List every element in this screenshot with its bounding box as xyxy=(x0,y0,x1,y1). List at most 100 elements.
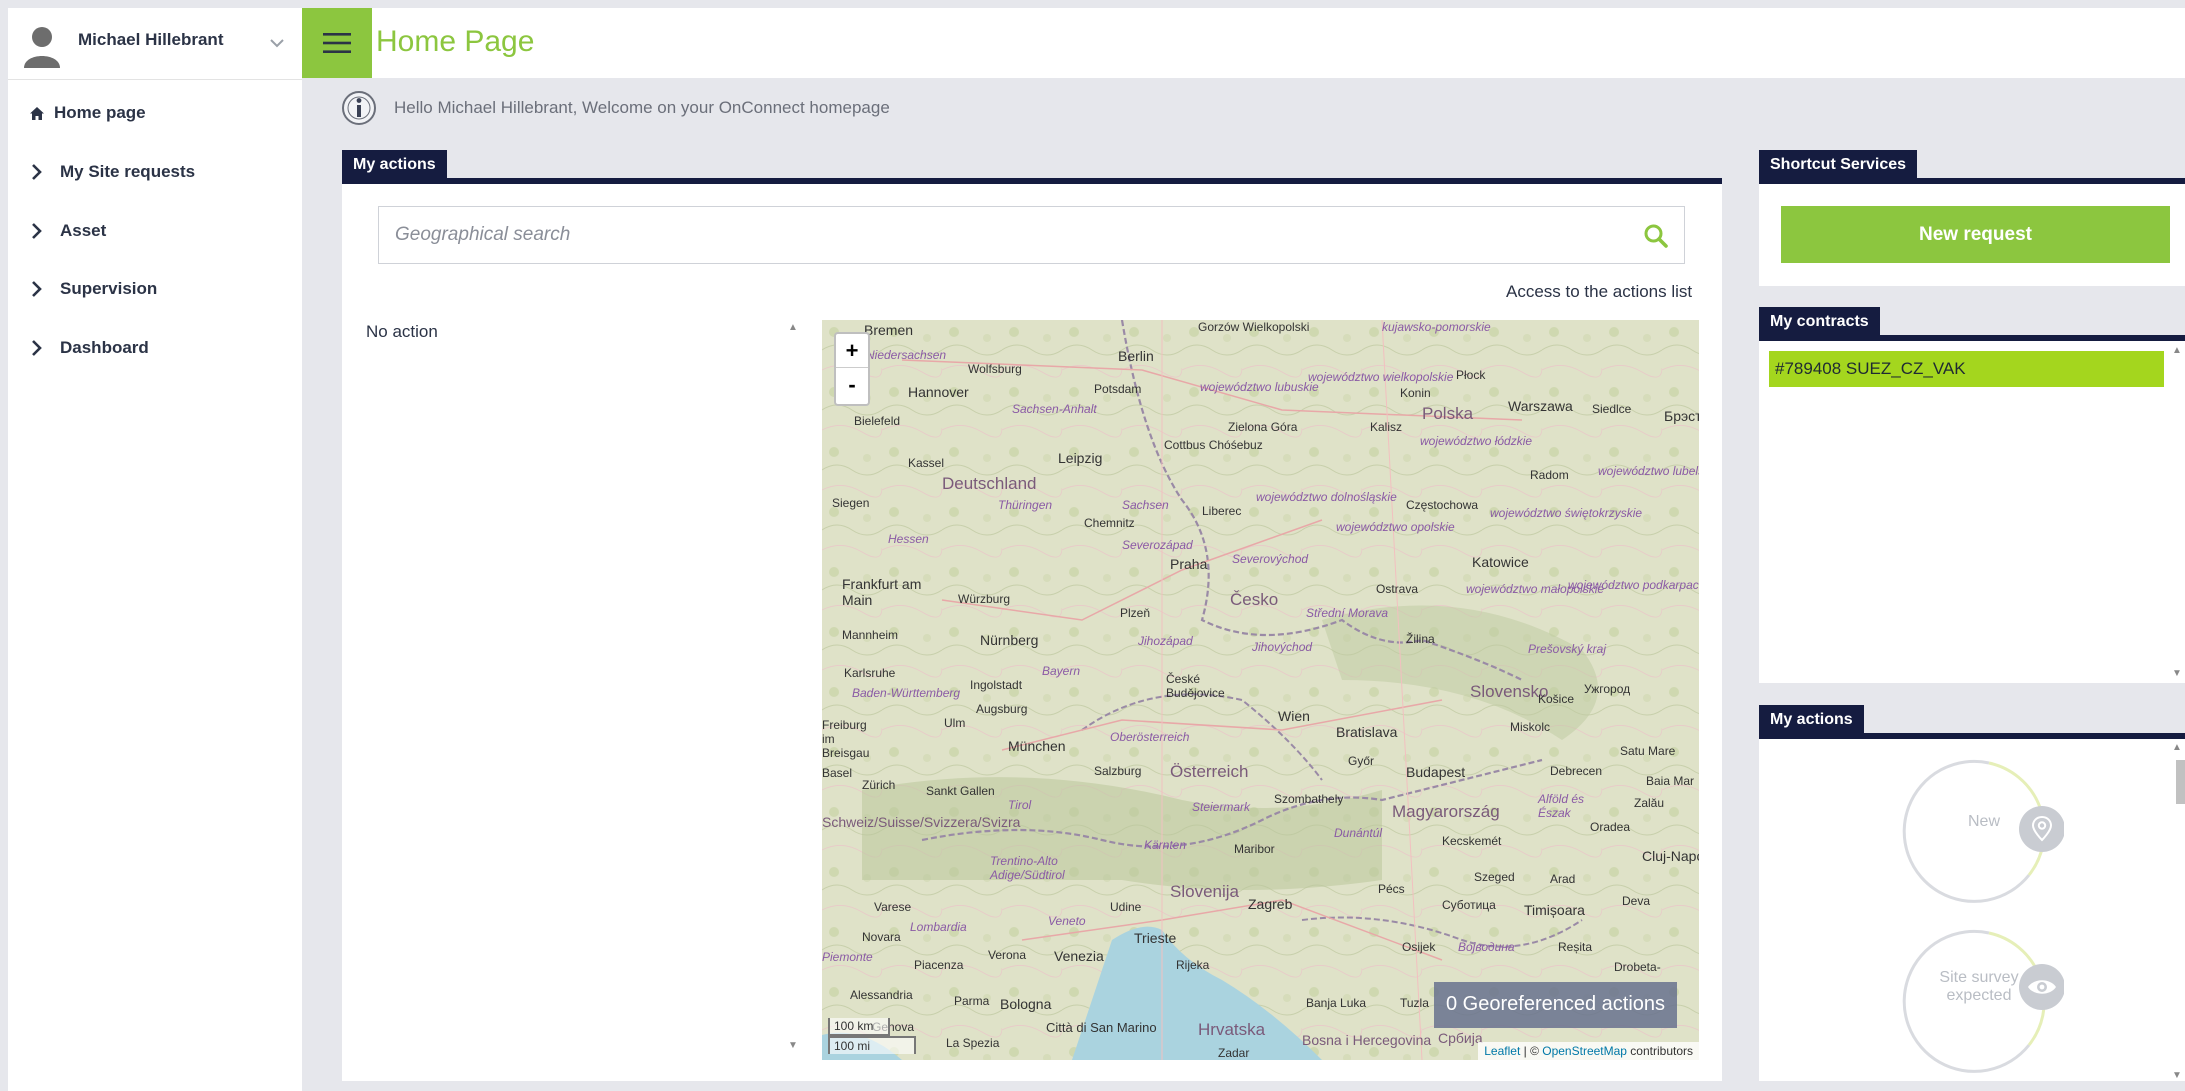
map-label: Udine xyxy=(1110,900,1142,914)
map-label: Kärnten xyxy=(1144,838,1187,852)
map-label: Schweiz/Suisse/Svizzera/Svizra xyxy=(822,814,1021,830)
sidebar-item-home-page[interactable]: Home page xyxy=(8,88,302,138)
openstreetmap-link[interactable]: OpenStreetMap xyxy=(1542,1044,1627,1058)
contract-item[interactable]: #789408 SUEZ_CZ_VAK xyxy=(1769,351,2164,387)
zoom-out-button[interactable]: - xyxy=(836,368,868,402)
map-label: Žilina xyxy=(1406,632,1435,646)
geographical-search-input[interactable] xyxy=(379,207,1619,263)
map-label: województwo lubuskie xyxy=(1200,380,1319,394)
scroll-up-arrow-icon[interactable]: ▲ xyxy=(2172,742,2182,753)
map-label: Osijek xyxy=(1402,940,1436,954)
status-site-survey-expected[interactable]: Site survey expected xyxy=(1894,925,2065,1075)
geographical-search xyxy=(378,206,1685,264)
map-label: Parma xyxy=(954,994,990,1008)
map-label: Zadar xyxy=(1218,1046,1250,1060)
shortcut-services-tab: Shortcut Services xyxy=(1759,150,1918,180)
map-label: województwo podkarpackie xyxy=(1568,578,1699,592)
home-icon xyxy=(22,106,52,121)
map-label: Суботица xyxy=(1442,898,1496,912)
map-label: Chemnitz xyxy=(1084,516,1135,530)
map-label: Leipzig xyxy=(1058,450,1103,466)
map-zoom-control: + - xyxy=(834,332,870,406)
map[interactable]: Bremen Niedersachsen Wolfsburg Berlin Go… xyxy=(822,320,1699,1060)
map-label: Tirol xyxy=(1008,798,1032,812)
sidebar-item-supervision[interactable]: Supervision xyxy=(8,264,302,314)
chevron-down-icon[interactable] xyxy=(266,32,288,54)
info-icon xyxy=(342,91,376,125)
map-label: Piacenza xyxy=(914,958,964,972)
map-label: Alessandria xyxy=(850,988,913,1002)
map-label: Österreich xyxy=(1170,762,1249,781)
map-label: Basel xyxy=(822,766,853,780)
map-label: Slovenija xyxy=(1170,882,1239,901)
map-label: Ingolstadt xyxy=(970,678,1023,692)
map-label: województwo wielkopolskie xyxy=(1308,370,1454,384)
map-label: Salzburg xyxy=(1094,764,1142,778)
map-label: Hannover xyxy=(908,384,969,400)
zoom-in-button[interactable]: + xyxy=(836,334,868,368)
map-label: Jihovýchod xyxy=(1252,640,1313,654)
map-label: województwo świętokrzyskie xyxy=(1490,506,1643,520)
map-label: Szeged xyxy=(1474,870,1515,884)
map-label: Würzburg xyxy=(958,592,1011,606)
scroll-down-arrow-icon[interactable]: ▼ xyxy=(788,1040,798,1051)
hamburger-menu-button[interactable] xyxy=(302,8,372,78)
map-label: České Budějovice xyxy=(1166,672,1225,700)
scrollbar-thumb[interactable] xyxy=(2176,760,2185,804)
sidebar: Michael Hillebrant Home page My Site req… xyxy=(0,0,302,1091)
map-label: München xyxy=(1008,738,1066,754)
map-label: Pécs xyxy=(1378,882,1405,896)
map-label: Kalisz xyxy=(1370,420,1403,434)
map-label: Siedlce xyxy=(1592,402,1632,416)
scale-mi: 100 mi xyxy=(828,1036,916,1054)
right-my-actions-tab: My actions xyxy=(1759,705,1864,735)
scroll-up-arrow-icon[interactable]: ▲ xyxy=(2172,345,2182,356)
sidebar-item-label: Dashboard xyxy=(60,338,149,357)
map-label: Baden-Württemberg xyxy=(852,686,961,700)
map-label: Radom xyxy=(1530,468,1569,482)
status-label: New xyxy=(1967,813,2000,830)
status-new[interactable]: New xyxy=(1894,755,2065,905)
map-label: Trentino-Alto Adige/Südtirol xyxy=(990,854,1065,882)
leaflet-link[interactable]: Leaflet xyxy=(1484,1044,1520,1058)
map-label: Ужгород xyxy=(1584,682,1631,696)
map-label: Nürnberg xyxy=(980,632,1039,648)
my-contracts-tab: My contracts xyxy=(1759,307,1880,337)
chevron-right-icon xyxy=(22,164,52,180)
sidebar-item-dashboard[interactable]: Dashboard xyxy=(8,323,302,373)
map-label: Maribor xyxy=(1234,842,1275,856)
map-label: Bremen xyxy=(864,322,914,338)
map-label: Deva xyxy=(1622,894,1651,908)
map-label: Alföld és Észak xyxy=(1538,792,1585,820)
scroll-up-arrow-icon[interactable]: ▲ xyxy=(788,322,798,333)
scroll-down-arrow-icon[interactable]: ▼ xyxy=(2172,1070,2182,1081)
map-label: Deutschland xyxy=(942,474,1037,493)
sidebar-item-asset[interactable]: Asset xyxy=(8,206,302,256)
new-request-button[interactable]: New request xyxy=(1781,206,2170,263)
map-label: Timișoara xyxy=(1524,902,1585,918)
map-label: Venezia xyxy=(1054,948,1104,964)
map-attribution: Leaflet | © OpenStreetMap contributors xyxy=(1478,1042,1699,1060)
search-icon[interactable] xyxy=(1642,222,1670,250)
sidebar-item-label: Asset xyxy=(60,221,107,240)
georeferenced-actions-count: 0 Georeferenced actions xyxy=(1434,982,1678,1028)
user-menu[interactable]: Michael Hillebrant xyxy=(8,8,302,80)
attribution-tail: contributors xyxy=(1626,1044,1693,1058)
no-action-text: No action xyxy=(366,322,438,341)
map-label: Plzeň xyxy=(1120,606,1151,620)
sidebar-item-my-site-requests[interactable]: My Site requests xyxy=(8,147,302,197)
access-actions-list-link[interactable]: Access to the actions list xyxy=(1506,282,1692,302)
map-label: Prešovský kraj xyxy=(1528,642,1607,656)
map-label: Česko xyxy=(1230,590,1279,609)
map-label: Budapest xyxy=(1406,764,1466,780)
scroll-down-arrow-icon[interactable]: ▼ xyxy=(2172,668,2182,679)
map-label: Ostrava xyxy=(1376,582,1419,596)
map-label: Reșita xyxy=(1558,940,1593,954)
map-label: Città di San Marino xyxy=(1046,1020,1157,1035)
map-label: Bratislava xyxy=(1336,724,1398,740)
map-label: Szombathely xyxy=(1274,792,1344,806)
map-label: Verona xyxy=(988,948,1027,962)
app-root: Michael Hillebrant Home page My Site req… xyxy=(0,0,2185,1091)
page-title: Home Page xyxy=(376,25,535,58)
map-label: Cluj-Napo xyxy=(1642,848,1699,864)
